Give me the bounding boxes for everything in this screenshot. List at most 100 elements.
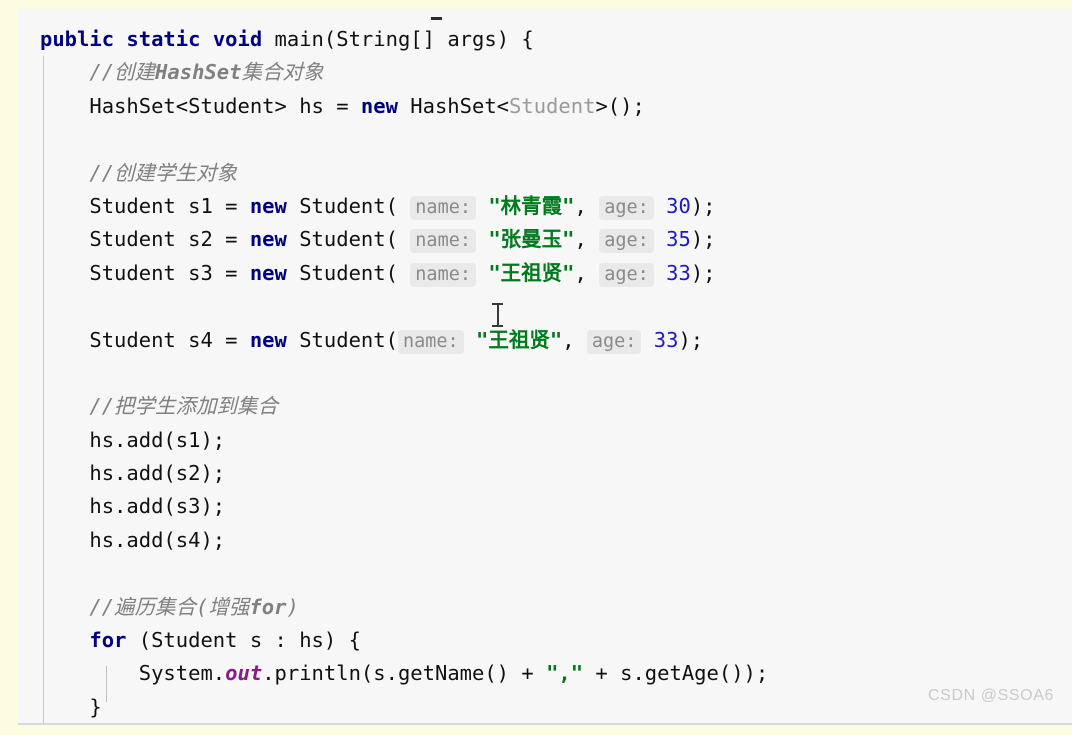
code-token: "," [546,661,584,686]
code-token: Student( [286,193,398,218]
code-token: 集合对象 [241,60,324,85]
code-token: hs.add(s4); [89,527,226,552]
code-block[interactable]: public static void main(String[] args) {… [18,23,1072,723]
clipped-glyph-tick [431,17,442,20]
parameter-hint-badge: name: [397,329,464,354]
code-token: ) [286,594,299,619]
code-token: public [40,27,115,51]
code-line[interactable]: Student s2 = new Student( name: "张曼玉", a… [18,223,1072,256]
parameter-hint-badge: age: [599,262,654,287]
code-token: new [360,93,398,118]
code-token: ); [690,260,716,285]
code-line[interactable]: public static void main(String[] args) { [18,23,1072,56]
code-line[interactable]: //创建学生对象 [18,157,1072,190]
code-token: , [574,193,600,218]
code-token: new [249,260,287,285]
code-line[interactable]: //把学生添加到集合 [18,390,1072,423]
code-token: 33 [653,327,679,352]
code-token: Student s4 = [89,327,250,352]
i-beam-cursor-icon [492,302,503,328]
code-token: for [89,628,127,653]
code-token: ); [690,227,716,252]
code-token: //创建 [89,60,156,85]
code-token: Student s3 = [89,260,250,285]
code-token: 30 [666,193,691,218]
code-line[interactable]: } [18,691,1072,723]
code-token: >(); [595,93,645,118]
code-token: + s.getAge()); [583,661,769,686]
code-screenshot: public static void main(String[] args) {… [0,0,1072,735]
code-token: (Student s : hs) { [126,628,361,653]
code-token: for [249,594,287,619]
code-line[interactable]: Student s3 = new Student( name: "王祖贤", a… [18,257,1072,290]
code-token: } [89,694,102,719]
code-token: hs.add(s1); [89,427,226,452]
code-line[interactable]: hs.add(s3); [18,490,1072,523]
code-token: "林青霞" [488,193,575,218]
code-token: 33 [666,260,691,285]
code-line[interactable]: System.out.println(s.getName() + "," + s… [18,657,1072,690]
code-line[interactable]: hs.add(s2); [18,457,1072,490]
parameter-hint-badge: name: [410,229,476,254]
code-token: Student( [286,327,398,352]
code-token: Student( [286,260,398,285]
code-token: new [249,327,287,352]
code-token: "王祖贤" [488,260,575,285]
code-token: out [225,661,263,686]
code-token: static [126,27,201,51]
code-line[interactable]: hs.add(s1); [18,424,1072,457]
code-line[interactable] [18,557,1072,590]
code-line[interactable] [18,123,1072,156]
code-line[interactable] [18,357,1072,390]
code-token: , [562,327,587,352]
code-token: Student( [286,227,398,252]
code-token: "王祖贤" [476,327,563,352]
code-line[interactable] [18,290,1072,323]
code-token: void [212,27,263,51]
code-token: ); [690,193,716,218]
code-token: .println(s.getName() + [262,661,547,686]
code-token: //把学生添加到集合 [89,394,279,419]
code-token: System. [138,661,226,686]
parameter-hint-badge: age: [599,195,654,220]
code-line[interactable]: //遍历集合(增强for) [18,591,1072,624]
code-token: 35 [666,227,691,252]
code-token: , [574,227,600,252]
code-token: HashSet< [397,93,510,118]
code-line[interactable]: HashSet<Student> hs = new HashSet<Studen… [18,90,1072,123]
code-line[interactable]: Student s1 = new Student( name: "林青霞", a… [18,190,1072,223]
parameter-hint-badge: name: [410,262,476,287]
code-line[interactable]: Student s4 = new Student(name: "王祖贤", ag… [18,324,1072,357]
left-margin-band [0,0,18,735]
code-line[interactable]: for (Student s : hs) { [18,624,1072,657]
code-line[interactable]: hs.add(s4); [18,524,1072,557]
code-token: HashSet [155,60,242,85]
code-token: //遍历集合(增强 [89,594,250,619]
code-token: Student s2 = [89,227,250,252]
code-editor-surface[interactable]: public static void main(String[] args) {… [18,9,1072,725]
code-line[interactable]: //创建HashSet集合对象 [18,56,1072,89]
